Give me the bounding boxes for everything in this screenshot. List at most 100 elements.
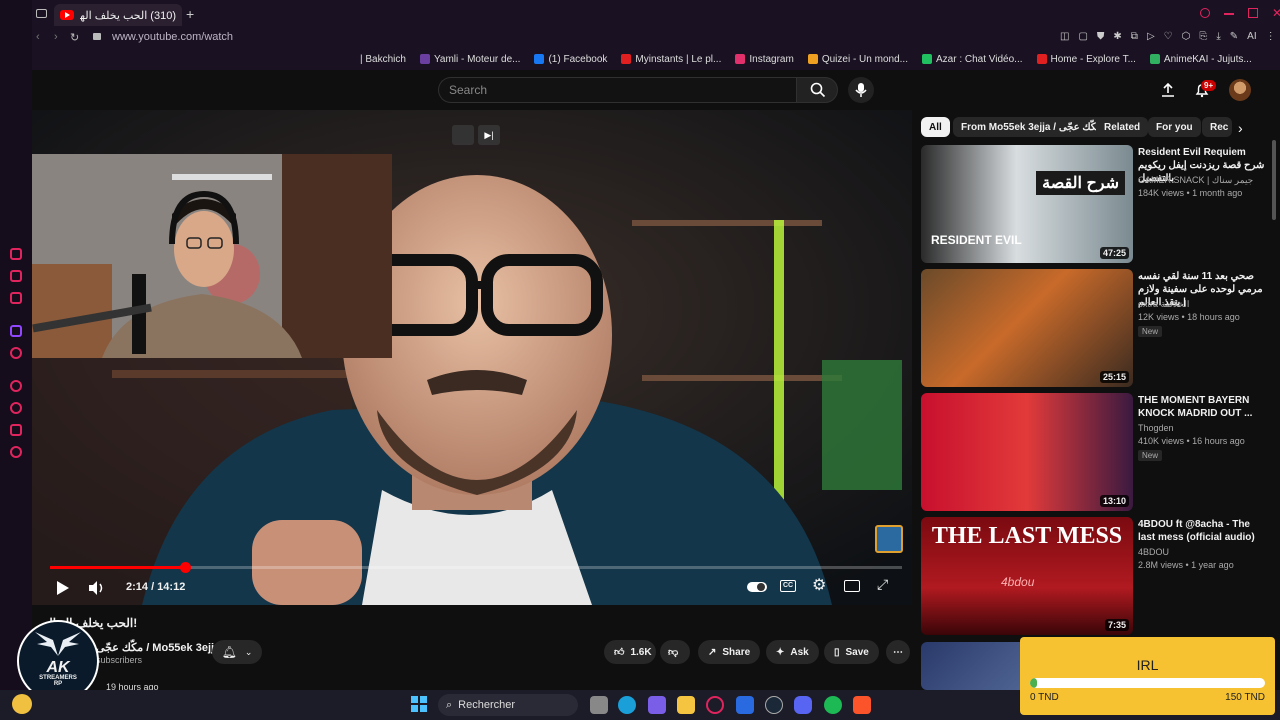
autoplay-toggle[interactable]: [747, 582, 767, 592]
ask-button[interactable]: ✦ Ask: [766, 640, 819, 664]
bookmark-item[interactable]: Home - Explore T...: [1036, 54, 1136, 65]
discord-icon[interactable]: [794, 696, 812, 714]
taskbar-search[interactable]: ⌕ Rechercher: [438, 694, 578, 716]
sidebar-icon-1[interactable]: [10, 248, 22, 260]
wallet-icon[interactable]: ⬡: [1182, 31, 1191, 42]
aria-ai-button[interactable]: AI: [1247, 31, 1256, 42]
search-input[interactable]: [438, 77, 796, 103]
chip-3[interactable]: For you: [1148, 117, 1201, 137]
bookmark-item[interactable]: Yamli - Moteur de...: [419, 54, 520, 65]
share-button[interactable]: ↗ Share: [698, 640, 761, 664]
minimize-icon[interactable]: [1224, 13, 1234, 15]
twitch-icon[interactable]: [10, 325, 22, 337]
chip-2[interactable]: Related: [1096, 117, 1149, 137]
tab-active[interactable]: (310) الحب يخلف الهبال!: [54, 4, 182, 26]
reload-icon[interactable]: ↻: [70, 31, 79, 44]
steam-icon[interactable]: [765, 696, 783, 714]
extensions-icon[interactable]: [10, 424, 22, 436]
more-actions-button[interactable]: ⋯: [886, 640, 910, 664]
miniplayer-button[interactable]: [452, 125, 474, 145]
forward-icon[interactable]: ›: [54, 31, 58, 43]
bookmark-item[interactable]: (1) Facebook: [534, 54, 607, 65]
pinboard-icon[interactable]: ✎: [1230, 31, 1238, 42]
avatar[interactable]: [1229, 79, 1251, 101]
play-button[interactable]: [56, 580, 70, 601]
bookmark-item[interactable]: Quizei - Un mond...: [807, 54, 908, 65]
sidebar-icon-5[interactable]: [10, 347, 22, 359]
channel-name[interactable]: مكّك عجّى / Mo55ek 3ejja: [96, 641, 220, 654]
tab-list-icon[interactable]: [36, 9, 47, 18]
store-icon[interactable]: [736, 696, 754, 714]
search-button[interactable]: [796, 77, 838, 103]
file-explorer-icon[interactable]: [677, 696, 695, 714]
close-icon[interactable]: ✕: [1272, 7, 1280, 19]
extension-icon-2[interactable]: ▢: [1078, 31, 1087, 42]
edge-icon[interactable]: [618, 696, 636, 714]
translate-icon[interactable]: ✱: [1113, 31, 1121, 42]
settings-icon[interactable]: [10, 446, 22, 458]
upload-button[interactable]: [1160, 82, 1176, 103]
bookmark-label: Myinstants | Le pl...: [635, 53, 722, 65]
chip-0[interactable]: All: [921, 117, 950, 137]
rec-thumbnail[interactable]: THE LAST MESS 4bdou 7:35: [921, 517, 1133, 635]
task-view-icon[interactable]: [590, 696, 608, 714]
bookmark-item[interactable]: Myinstants | Le pl...: [621, 54, 721, 65]
dislike-button[interactable]: 👎︎: [660, 640, 690, 664]
rec-channel[interactable]: 4BDOU: [1138, 547, 1169, 557]
url-field[interactable]: www.youtube.com/watch: [112, 31, 233, 43]
weather-widget[interactable]: [12, 694, 32, 714]
settings-gear-icon[interactable]: ⚙: [812, 578, 826, 594]
extension-icon-1[interactable]: ◫: [1060, 31, 1069, 42]
rec-title[interactable]: THE MOMENT BAYERN KNOCK MADRID OUT ...: [1138, 394, 1268, 420]
like-button[interactable]: 👍︎ 1.6K: [604, 640, 656, 664]
rec-thumbnail[interactable]: شرح القصة RESIDENT EVIL 47:25: [921, 145, 1133, 263]
bookmark-item[interactable]: Azar : Chat Vidéo...: [921, 54, 1023, 65]
download-icon[interactable]: ⤓: [1216, 31, 1220, 42]
rec-thumbnail[interactable]: 25:15: [921, 269, 1133, 387]
captions-button[interactable]: CC: [780, 580, 796, 592]
rec-title[interactable]: 4BDOU ft @8acha - The last mess (officia…: [1138, 518, 1268, 544]
spotify-icon[interactable]: [824, 696, 842, 714]
save-button[interactable]: ▯ Save: [824, 640, 879, 664]
bookmark-item[interactable]: Instagram: [735, 54, 794, 65]
teams-icon[interactable]: [648, 696, 666, 714]
heart-icon[interactable]: ♡: [1164, 31, 1173, 42]
share-icon[interactable]: ⎘: [1199, 31, 1207, 42]
windows-start-icon[interactable]: [411, 696, 427, 712]
scrollbar[interactable]: [1272, 140, 1276, 220]
thumbnail-subtext: 4bdou: [1001, 575, 1035, 589]
chip-4[interactable]: Rec: [1202, 117, 1232, 137]
sidebar-icon-3[interactable]: [10, 292, 22, 304]
shield-icon[interactable]: ⛊: [1097, 31, 1105, 42]
player-icon[interactable]: [10, 380, 22, 392]
channel-watermark[interactable]: [875, 525, 903, 553]
voice-search-button[interactable]: [848, 77, 874, 103]
history-icon[interactable]: [10, 402, 22, 414]
donation-goal-widget: IRL 0 TND 150 TND: [1020, 637, 1275, 715]
opera-gx-icon[interactable]: [706, 696, 724, 714]
play-icon[interactable]: ▷: [1147, 31, 1155, 42]
new-tab-button[interactable]: +: [186, 6, 194, 22]
back-icon[interactable]: ‹: [36, 31, 40, 43]
rec-thumbnail[interactable]: 13:10: [921, 393, 1133, 511]
bookmark-item[interactable]: AnimeKAI - Jujuts...: [1149, 54, 1252, 65]
fullscreen-icon[interactable]: ⤢: [877, 576, 888, 593]
theater-mode-icon[interactable]: [844, 580, 860, 592]
volume-button[interactable]: [88, 580, 106, 601]
video-player[interactable]: ▶| 2:14 / 14:12 CC ⚙ ⤢: [32, 110, 912, 605]
bookmark-item[interactable]: | Bakchich: [360, 54, 406, 65]
sidebar-icon-2[interactable]: [10, 270, 22, 282]
chip-1[interactable]: From Mo55ek 3ejja / مكّك عجّى: [953, 117, 1110, 137]
subscribe-bell-button[interactable]: 🔔︎ ⌄: [212, 640, 262, 664]
cast-icon[interactable]: ⧉: [1131, 31, 1138, 42]
menu-icon[interactable]: ⋮: [1266, 31, 1276, 42]
chips-next-icon[interactable]: ›: [1238, 120, 1243, 136]
maximize-icon[interactable]: [1248, 8, 1258, 18]
rec-channel[interactable]: Thogden: [1138, 423, 1174, 433]
search-tabs-icon[interactable]: [1200, 8, 1210, 18]
rec-channel[interactable]: extra الخلاصة: [1138, 299, 1189, 310]
progress-track[interactable]: [50, 562, 902, 573]
next-video-button[interactable]: ▶|: [478, 125, 500, 145]
brave-icon[interactable]: [853, 696, 871, 714]
rec-channel[interactable]: GAMER SNACK | جيمر سناك: [1138, 175, 1253, 186]
